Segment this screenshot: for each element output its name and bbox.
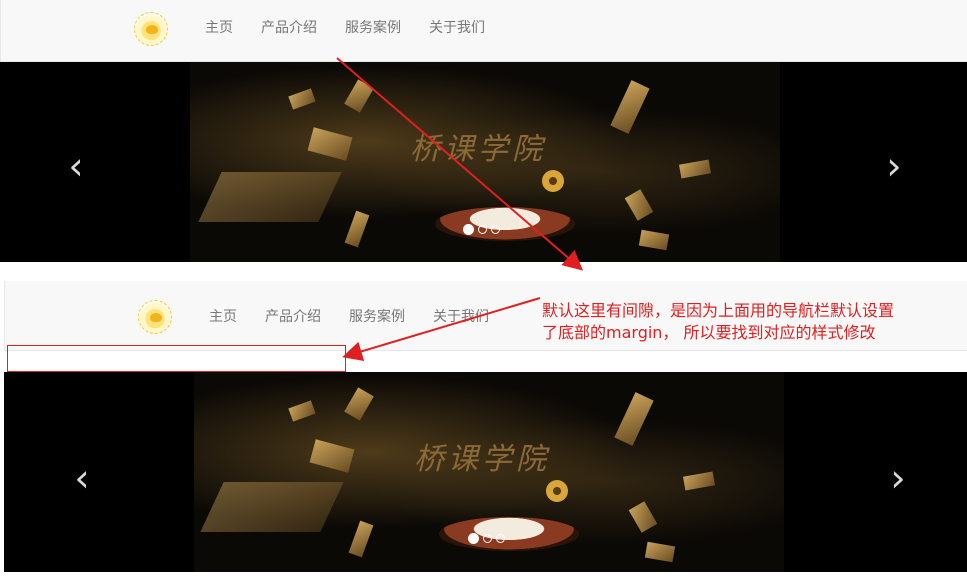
annotation-note: 默认这里有间隙，是因为上面用的导航栏默认设置 了底部的margin， 所以要找到…: [542, 300, 962, 344]
arrow-nav-to-note: [336, 57, 584, 271]
annotation-line-1: 默认这里有间隙，是因为上面用的导航栏默认设置: [542, 301, 895, 320]
annotation-arrows: [336, 57, 584, 361]
annotation-line-2: 了底部的margin， 所以要找到对应的样式修改: [542, 323, 876, 342]
arrow-note-to-gap: [342, 297, 541, 361]
